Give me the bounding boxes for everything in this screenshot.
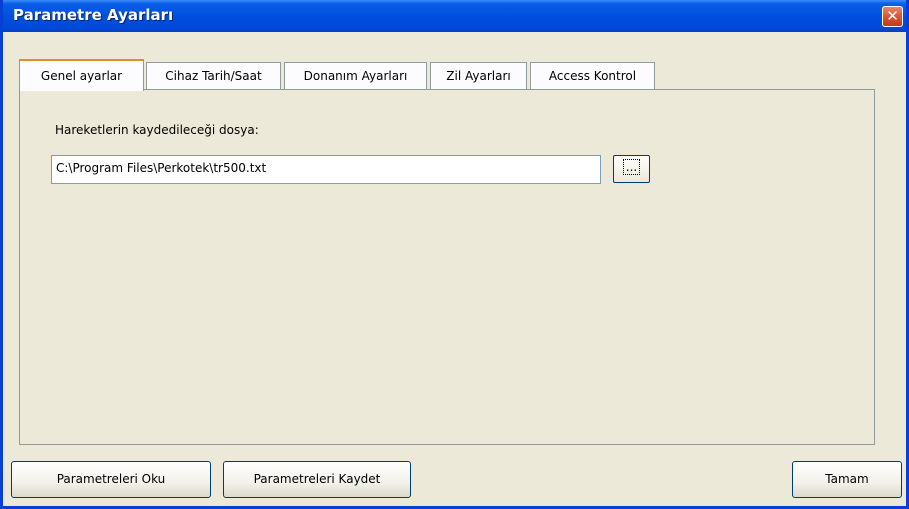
browse-button[interactable]: ...: [613, 155, 650, 183]
dialog-window: Parametre Ayarları ✕ Genel ayarlar Cihaz…: [0, 0, 909, 509]
window-title: Parametre Ayarları: [13, 6, 174, 24]
file-path-label: Hareketlerin kaydedileceği dosya:: [55, 123, 259, 137]
read-parameters-button[interactable]: Parametreleri Oku: [11, 461, 211, 498]
file-path-input[interactable]: C:\Program Files\Perkotek\tr500.txt: [51, 155, 601, 184]
ok-button[interactable]: Tamam: [792, 461, 902, 498]
save-parameters-button[interactable]: Parametreleri Kaydet: [223, 461, 411, 498]
browse-button-label: ...: [622, 159, 641, 175]
tab-cihaz-tarih-saat[interactable]: Cihaz Tarih/Saat: [146, 62, 281, 89]
title-bar[interactable]: Parametre Ayarları ✕: [3, 0, 906, 32]
tab-access-kontrol[interactable]: Access Kontrol: [530, 62, 655, 89]
tab-panel-genel: [19, 89, 875, 445]
tab-zil-ayarlari[interactable]: Zil Ayarları: [430, 62, 527, 89]
close-icon: ✕: [886, 7, 899, 25]
close-button[interactable]: ✕: [882, 6, 903, 27]
tab-genel-ayarlar[interactable]: Genel ayarlar: [19, 59, 144, 91]
tab-donanim-ayarlari[interactable]: Donanım Ayarları: [284, 62, 427, 89]
